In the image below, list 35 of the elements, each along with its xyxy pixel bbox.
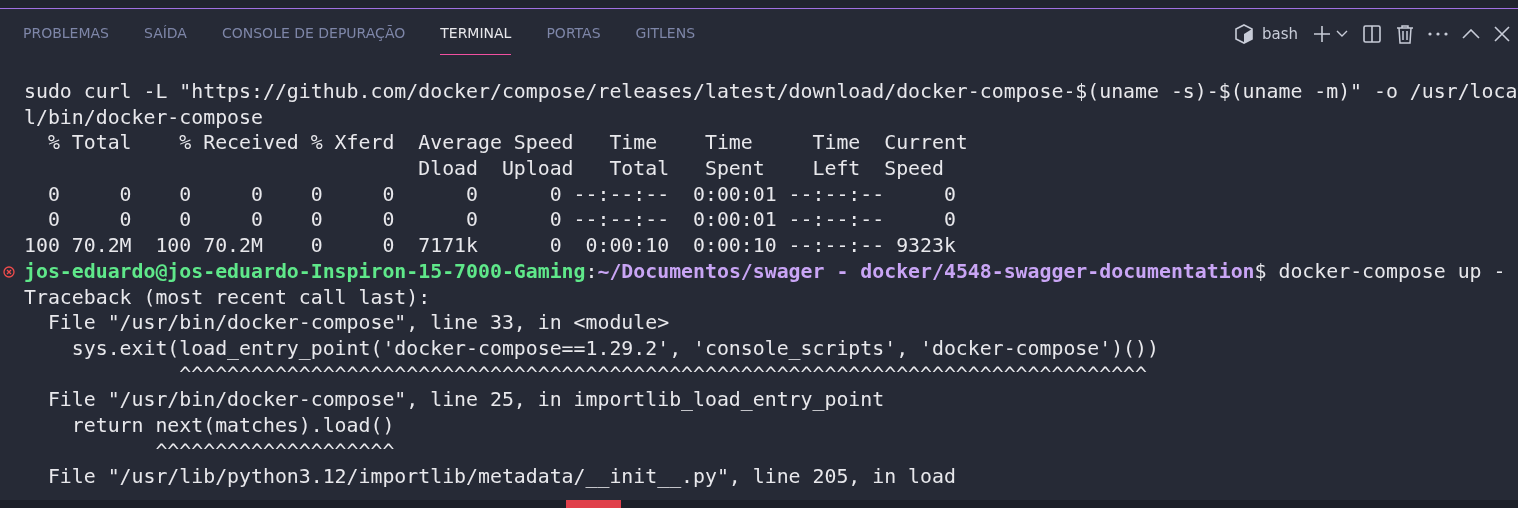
panel-tab[interactable]: TERMINAL xyxy=(440,13,512,55)
terminal-line: sudo curl -L "https://github.com/docker/compose/releases/latest/download/docker-compose-$(uname -s)-$(uname -m)" -o /usr/loca xyxy=(24,80,1518,103)
terminal-profile-button[interactable]: bash xyxy=(1233,22,1298,46)
terminal-line: ^^^^^^^^^^^^^^^^^^^^^^^^^^^^^^^^^^^^^^^^^^^^^^^^^^^^^^^^^^^^^^^^^^^^^^^^^^^^^^^^^ xyxy=(178,362,1147,386)
chevron-up-icon[interactable] xyxy=(1462,29,1480,39)
terminal-line: Traceback (most recent call last): xyxy=(24,285,431,309)
terminal-line: % Total % Received % Xferd Average Speed Time Time Time Current xyxy=(46,131,968,155)
prompt-path: ~/Documentos/swager - docker/4548-swagger-documentation xyxy=(597,259,1255,283)
panel-tab[interactable]: SAÍDA xyxy=(144,13,187,55)
more-icon[interactable] xyxy=(1428,32,1448,36)
terminal-line: File "/usr/bin/docker-compose", line 25, in importlib_load_entry_point xyxy=(46,388,885,412)
terminal-line: File "/usr/bin/docker-compose", line 33, in <module> xyxy=(46,311,670,335)
prompt-command: $ docker-compose up - xyxy=(1254,259,1506,283)
error-circle-icon[interactable] xyxy=(3,265,15,278)
terminal-line: ^^^^^^^^^^^^^^^^^^^^ xyxy=(154,439,395,463)
trash-icon[interactable] xyxy=(1396,24,1414,44)
terminal-line: Dload Upload Total Spent Left Speed xyxy=(417,157,944,181)
terminal-line: File "/usr/lib/python3.12/importlib/metadata/__init__.py", line 205, in load xyxy=(46,465,956,489)
prompt-user-host: jos-eduardo@jos-eduardo-Inspiron-15-7000-Gaming xyxy=(24,259,586,283)
terminal-line: return next(matches).load() xyxy=(70,413,395,437)
close-icon[interactable] xyxy=(1494,26,1510,42)
panel-tab[interactable]: CONSOLE DE DEPURAÇÃO xyxy=(221,13,406,55)
plus-icon[interactable] xyxy=(1312,24,1332,44)
terminal-line: 0 0 0 0 0 0 0 0 --:--:-- 0:00:01 --:--:-- 0 xyxy=(46,208,956,232)
terminal-line: sys.exit(load_entry_point('docker-compose==1.29.2', 'console_scripts', 'docker-compose')()) xyxy=(70,336,1159,360)
terminal-line: l/bin/docker-compose xyxy=(24,105,263,129)
chevron-down-icon[interactable] xyxy=(1336,30,1348,38)
panel-tab[interactable]: PORTAS xyxy=(546,13,601,55)
cube-icon xyxy=(1233,23,1254,45)
terminal-line: 100 70.2M 100 70.2M 0 0 7171k 0 0:00:10 0:00:10 --:--:-- 9323k xyxy=(24,234,956,258)
prompt-separator: : xyxy=(585,259,598,283)
split-icon[interactable] xyxy=(1362,24,1382,44)
panel-tab[interactable]: GITLENS xyxy=(635,13,696,55)
terminal-line: 0 0 0 0 0 0 0 0 --:--:-- 0:00:01 --:--:-- 0 xyxy=(46,182,956,206)
panel-tab[interactable]: PROBLEMAS xyxy=(23,13,109,55)
